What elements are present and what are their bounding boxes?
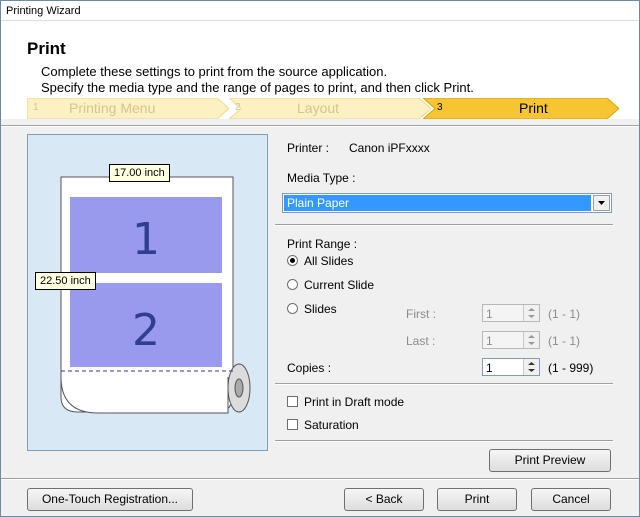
radio-current-slide-label: Current Slide [304, 278, 375, 292]
height-label: 22.50 inch [35, 272, 96, 290]
divider [1, 478, 639, 480]
page-number-1: 1 [132, 214, 160, 265]
copies-label: Copies : [287, 361, 332, 375]
media-type-label: Media Type : [287, 171, 356, 185]
copies-stepper[interactable]: 1 [482, 358, 540, 376]
first-page-value: 1 [486, 307, 493, 321]
radio-all-slides-label: All Slides [304, 254, 354, 268]
radio-all-slides[interactable] [287, 255, 298, 266]
step-print: 3 Print [423, 98, 619, 119]
title-bar: Printing Wizard [1, 1, 639, 21]
page-title: Print [27, 39, 66, 58]
saturation-label: Saturation [304, 418, 359, 432]
step-number: 1 [33, 102, 39, 113]
last-page-stepper[interactable]: 1 [482, 331, 540, 349]
printer-label: Printer : [287, 141, 330, 155]
radio-slides[interactable] [287, 303, 298, 314]
last-range: (1 - 1) [548, 334, 581, 348]
spin-arrows-icon[interactable] [523, 332, 539, 348]
divider [275, 440, 613, 442]
step-layout: 2 Layout [229, 98, 431, 119]
spin-arrows-icon[interactable] [523, 359, 539, 375]
step-label: Printing Menu [69, 100, 156, 116]
one-touch-registration-button[interactable]: One-Touch Registration... [27, 488, 193, 511]
step-printing-menu: 1 Printing Menu [27, 98, 229, 119]
divider [275, 383, 613, 385]
draft-mode-label: Print in Draft mode [304, 395, 405, 409]
media-type-select[interactable]: Plain Paper [282, 193, 612, 213]
back-button[interactable]: < Back [344, 488, 424, 511]
step-label: Layout [297, 100, 340, 116]
first-label: First : [406, 307, 436, 321]
print-range-label: Print Range : [287, 237, 358, 251]
paper-roll-illustration: 1 2 [60, 176, 251, 414]
width-label: 17.00 inch [109, 164, 170, 182]
divider [1, 125, 639, 127]
printer-name: Canon iPFxxxx [349, 141, 430, 155]
step-number: 3 [437, 102, 443, 113]
draft-mode-checkbox[interactable] [287, 396, 298, 407]
step-number: 2 [235, 102, 241, 113]
last-page-value: 1 [486, 334, 493, 348]
first-page-stepper[interactable]: 1 [482, 304, 540, 322]
spin-arrows-icon[interactable] [523, 305, 539, 321]
divider [275, 224, 613, 226]
print-preview-button[interactable]: Print Preview [489, 449, 611, 472]
print-button[interactable]: Print [437, 488, 517, 511]
first-range: (1 - 1) [548, 307, 581, 321]
chevron-down-icon[interactable] [593, 195, 610, 211]
wizard-steps: 1 Printing Menu 2 Layout 3 Print [1, 98, 639, 119]
radio-slides-label: Slides [304, 302, 337, 316]
radio-current-slide[interactable] [287, 279, 298, 290]
last-label: Last : [406, 334, 436, 348]
cancel-button[interactable]: Cancel [531, 488, 611, 511]
header-description-line1: Complete these settings to print from th… [41, 64, 388, 79]
media-type-value: Plain Paper [284, 195, 591, 211]
step-label: Print [519, 100, 548, 116]
copies-range: (1 - 999) [548, 361, 594, 375]
printing-wizard-window: Printing Wizard Print Complete these set… [0, 0, 640, 517]
page-number-2: 2 [132, 305, 160, 356]
saturation-checkbox[interactable] [287, 419, 298, 430]
copies-value: 1 [486, 361, 493, 375]
window-title: Printing Wizard [6, 5, 81, 17]
header-description-line2: Specify the media type and the range of … [41, 80, 474, 95]
